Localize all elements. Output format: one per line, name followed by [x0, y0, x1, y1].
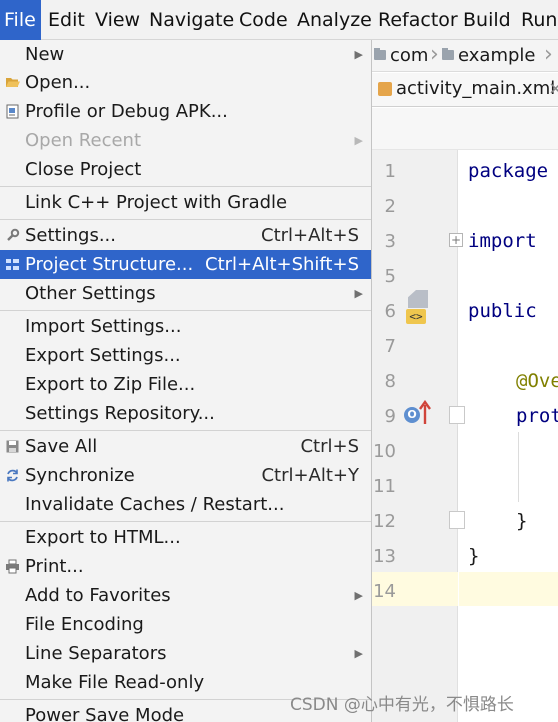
file-menu: New ▶ Open... Profile or Debug APK... Op… — [0, 40, 372, 722]
menu-item-settings[interactable]: Settings... Ctrl+Alt+S — [0, 221, 371, 250]
fold-expand-icon[interactable]: + — [449, 233, 463, 247]
code-line-3[interactable]: import — [468, 230, 537, 252]
menu-item-open[interactable]: Open... — [0, 68, 371, 97]
code-line-13[interactable]: } — [468, 545, 479, 567]
folder-icon — [374, 48, 386, 60]
menubar: File Edit View Navigate Code Analyze Ref… — [0, 0, 558, 40]
line-number: 1 — [384, 161, 396, 182]
xml-file-icon — [378, 82, 392, 96]
submenu-arrow-icon: ▶ — [354, 134, 363, 147]
editor-area: com › example › activity_main.xml × 1 2 … — [372, 40, 558, 722]
folder-icon — [442, 48, 454, 60]
editor-tab-bar: activity_main.xml × — [372, 73, 558, 107]
fold-collapse-icon[interactable] — [449, 406, 465, 424]
menu-item-link-cpp-project[interactable]: Link C++ Project with Gradle — [0, 188, 371, 217]
current-line-highlight — [459, 572, 558, 606]
menu-navigate[interactable]: Navigate — [149, 0, 234, 40]
menu-item-line-separators[interactable]: Line Separators ▶ — [0, 639, 371, 668]
line-number: 12 — [373, 511, 396, 532]
tab-label: activity_main.xml — [396, 78, 556, 99]
submenu-arrow-icon: ▶ — [354, 48, 363, 61]
project-structure-icon — [6, 259, 19, 270]
line-number: 13 — [373, 546, 396, 567]
menu-build[interactable]: Build — [463, 0, 511, 40]
apk-icon — [6, 104, 19, 119]
nav-crumb-com[interactable]: com — [374, 44, 428, 68]
menu-item-add-to-favorites[interactable]: Add to Favorites ▶ — [0, 581, 371, 610]
fold-guide-line — [457, 426, 458, 511]
line-number: 11 — [373, 476, 396, 497]
menu-item-print[interactable]: Print... — [0, 552, 371, 581]
line-number: 10 — [373, 441, 396, 462]
crumb-separator-icon: › — [430, 42, 439, 67]
line-number: 2 — [384, 196, 396, 217]
menu-item-invalidate-caches[interactable]: Invalidate Caches / Restart... — [0, 490, 371, 519]
editor-header-strip — [372, 108, 558, 150]
line-number: 6 — [384, 301, 396, 322]
related-xml-icon[interactable]: <> — [406, 309, 426, 324]
line-number: 5 — [384, 266, 396, 287]
code-line-6[interactable]: public — [468, 300, 537, 322]
fold-end-icon[interactable] — [449, 511, 465, 529]
nav-crumb-example[interactable]: example — [442, 44, 535, 68]
menu-edit[interactable]: Edit — [48, 0, 85, 40]
sync-icon — [7, 469, 18, 482]
navigation-bar: com › example › — [372, 40, 558, 72]
crumb-separator-icon: › — [544, 42, 553, 67]
code-line-12[interactable]: } — [516, 510, 527, 532]
menu-item-new[interactable]: New ▶ — [0, 40, 371, 69]
submenu-arrow-icon: ▶ — [354, 287, 363, 300]
wrench-icon — [7, 228, 20, 241]
override-arrow-icon[interactable] — [419, 400, 431, 424]
menu-item-export-zip[interactable]: Export to Zip File... — [0, 370, 371, 399]
close-tab-icon[interactable]: × — [548, 77, 558, 101]
menu-item-close-project[interactable]: Close Project — [0, 155, 371, 184]
watermark: CSDN @心中有光，不惧路长 — [290, 695, 514, 715]
menu-item-profile-debug-apk[interactable]: Profile or Debug APK... — [0, 97, 371, 126]
menu-item-export-settings[interactable]: Export Settings... — [0, 341, 371, 370]
menu-item-export-html[interactable]: Export to HTML... — [0, 523, 371, 552]
menu-divider — [0, 521, 371, 522]
menu-view[interactable]: View — [95, 0, 140, 40]
tab-activity-main[interactable]: activity_main.xml × — [372, 73, 558, 106]
menu-file[interactable]: File — [0, 0, 41, 40]
menu-item-project-structure[interactable]: Project Structure... Ctrl+Alt+Shift+S — [0, 250, 371, 279]
submenu-arrow-icon: ▶ — [354, 647, 363, 660]
line-number: 3 — [384, 231, 396, 252]
save-icon — [6, 440, 19, 453]
code-line-1[interactable]: package — [468, 160, 548, 182]
menu-refactor[interactable]: Refactor — [378, 0, 458, 40]
menu-divider — [0, 219, 371, 220]
override-method-icon[interactable]: O — [404, 407, 420, 423]
menu-item-synchronize[interactable]: Synchronize Ctrl+Alt+Y — [0, 461, 371, 490]
menu-divider — [0, 310, 371, 311]
line-number: 8 — [384, 371, 396, 392]
code-line-8[interactable]: @Ove — [516, 370, 558, 392]
line-number: 14 — [373, 581, 396, 602]
menu-item-file-encoding[interactable]: File Encoding — [0, 610, 371, 639]
code-line-9[interactable]: prot — [516, 405, 558, 427]
menu-analyze[interactable]: Analyze — [297, 0, 372, 40]
indent-guide — [518, 432, 519, 502]
menu-divider — [0, 186, 371, 187]
line-number: 7 — [384, 336, 396, 357]
line-number: 9 — [384, 406, 396, 427]
menu-item-save-all[interactable]: Save All Ctrl+S — [0, 432, 371, 461]
menu-item-import-settings[interactable]: Import Settings... — [0, 312, 371, 341]
menu-item-other-settings[interactable]: Other Settings ▶ — [0, 279, 371, 308]
menu-divider — [0, 430, 371, 431]
open-folder-icon — [6, 78, 20, 87]
menu-run[interactable]: Run — [521, 0, 557, 40]
print-icon — [6, 559, 19, 574]
menu-item-open-recent[interactable]: Open Recent ▶ — [0, 126, 371, 155]
menu-code[interactable]: Code — [239, 0, 288, 40]
submenu-arrow-icon: ▶ — [354, 589, 363, 602]
menu-item-settings-repository[interactable]: Settings Repository... — [0, 399, 371, 428]
